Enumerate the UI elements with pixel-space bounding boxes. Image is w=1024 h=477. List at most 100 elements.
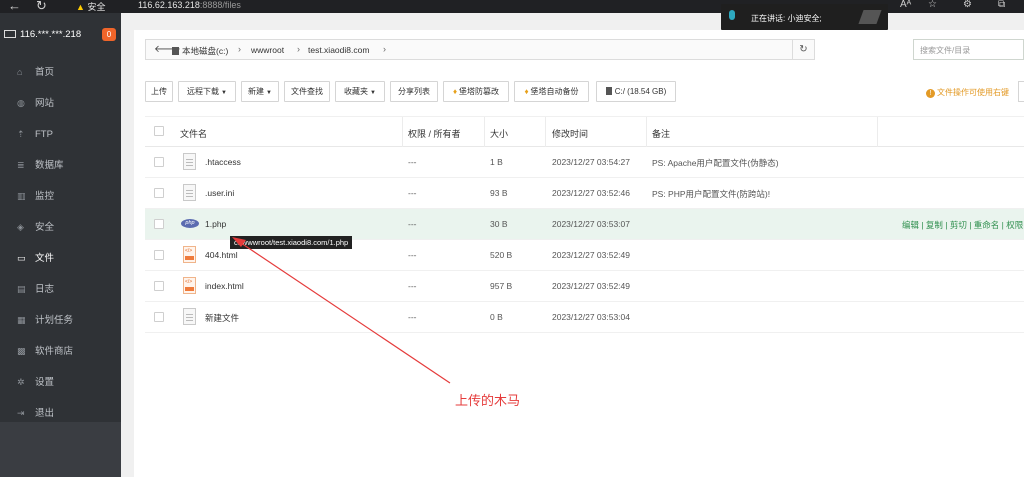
row-actions[interactable]: 编辑 | 复制 | 剪切 | 重命名 | 权限 bbox=[902, 219, 1023, 231]
file-perm[interactable]: --- bbox=[408, 281, 417, 291]
extensions-icon[interactable]: ⚙ bbox=[963, 0, 972, 10]
sidebar-item-ftp[interactable]: ⇡ FTP bbox=[0, 119, 121, 150]
file-perm[interactable]: --- bbox=[408, 188, 417, 198]
sidebar-item-globe[interactable]: ◍ 网站 bbox=[0, 88, 121, 119]
monitor-icon bbox=[4, 30, 16, 38]
crumb-disk[interactable]: 本地磁盘(c:) bbox=[172, 45, 228, 57]
table-row[interactable]: index.html --- 957 B 2023/12/27 03:52:49 bbox=[145, 271, 1024, 302]
sidebar-item-log[interactable]: ▤ 日志 bbox=[0, 274, 121, 305]
file-note[interactable]: PS: PHP用户配置文件(防跨站)! bbox=[652, 188, 770, 200]
row-checkbox[interactable] bbox=[154, 157, 164, 167]
calendar-icon: ▦ bbox=[17, 315, 26, 325]
sidebar-item-apps[interactable]: ▩ 软件商店 bbox=[0, 336, 121, 367]
row-checkbox[interactable] bbox=[154, 250, 164, 260]
sidebar-item-monitor[interactable]: ▥ 监控 bbox=[0, 181, 121, 212]
row-checkbox[interactable] bbox=[154, 188, 164, 198]
back-arrow-icon[interactable]: ← bbox=[8, 0, 21, 13]
monitor-icon: ▥ bbox=[17, 191, 26, 201]
file-name[interactable]: 404.html bbox=[205, 250, 238, 260]
header-name[interactable]: 文件名 bbox=[180, 127, 207, 140]
sidebar-item-gear[interactable]: ✲ 设置 bbox=[0, 367, 121, 398]
file-name[interactable]: 新建文件 bbox=[205, 312, 239, 324]
search-input[interactable]: 搜索文件/目录 bbox=[913, 39, 1024, 60]
tamper-proof-button[interactable]: ♦ 堡塔防篡改 bbox=[443, 81, 509, 102]
header-perm[interactable]: 权限 / 所有者 bbox=[408, 127, 461, 140]
home-icon: ⌂ bbox=[17, 67, 23, 77]
path-tooltip: c:/wwwroot/test.xiaodi8.com/1.php bbox=[230, 236, 353, 249]
file-perm[interactable]: --- bbox=[408, 312, 417, 322]
file-name[interactable]: .user.ini bbox=[205, 188, 234, 198]
sidebar-footer bbox=[0, 422, 121, 477]
gear-icon: ✲ bbox=[17, 377, 25, 387]
file-name[interactable]: 1.php bbox=[205, 219, 226, 229]
table-header: 文件名 权限 / 所有者 大小 修改时间 备注 bbox=[145, 116, 1024, 147]
file-mtime: 2023/12/27 03:53:07 bbox=[552, 219, 630, 229]
server-header[interactable]: 116.***.***.218 0 bbox=[0, 13, 121, 57]
file-perm[interactable]: --- bbox=[408, 157, 417, 167]
right-click-tip: ! 文件操作可使用右键 bbox=[926, 87, 1009, 98]
path-breadcrumb: 🡐 本地磁盘(c:) › wwwroot › test.xiaodi8.com … bbox=[145, 39, 815, 60]
file-mtime: 2023/12/27 03:52:49 bbox=[552, 250, 630, 260]
row-checkbox[interactable] bbox=[154, 281, 164, 291]
sidebar-item-label: 安全 bbox=[35, 222, 55, 233]
sidebar-item-label: 设置 bbox=[35, 377, 55, 388]
table-row[interactable]: .user.ini --- 93 B 2023/12/27 03:52:46 PS: P… bbox=[145, 178, 1024, 209]
sidebar-item-database[interactable]: ≣ 数据库 bbox=[0, 150, 121, 181]
header-mtime[interactable]: 修改时间 bbox=[552, 127, 588, 140]
disk-button[interactable]: C:/ (18.54 GB) bbox=[596, 81, 676, 102]
chevron-down-icon: ▼ bbox=[370, 90, 376, 96]
share-list-button[interactable]: 分享列表 bbox=[390, 81, 438, 102]
file-mtime: 2023/12/27 03:53:04 bbox=[552, 312, 630, 322]
security-warning[interactable]: ▲ 安全 bbox=[76, 0, 105, 13]
new-button[interactable]: 新建 ▼ bbox=[241, 81, 279, 102]
sidebar-item-label: 计划任务 bbox=[35, 315, 74, 326]
file-perm[interactable]: --- bbox=[408, 219, 417, 229]
table-row[interactable]: 新建文件 --- 0 B 2023/12/27 03:53:04 bbox=[145, 302, 1024, 333]
upload-button[interactable]: 上传 bbox=[145, 81, 173, 102]
apps-icon: ▩ bbox=[17, 346, 26, 356]
sidebar-item-folder[interactable]: ▭ 文件 bbox=[0, 243, 121, 274]
favorite-star-icon[interactable]: ☆ bbox=[928, 0, 937, 10]
more-button[interactable] bbox=[1018, 81, 1024, 102]
microphone-icon bbox=[729, 10, 735, 20]
column-divider bbox=[545, 117, 546, 147]
auto-backup-button[interactable]: ♦ 堡塔自动备份 bbox=[514, 81, 589, 102]
header-size[interactable]: 大小 bbox=[490, 127, 508, 140]
sidebar-item-label: 文件 bbox=[35, 253, 55, 264]
collections-icon[interactable]: ⧉ bbox=[998, 0, 1005, 10]
refresh-icon[interactable]: ↻ bbox=[792, 39, 814, 60]
sidebar-item-label: 软件商店 bbox=[35, 346, 74, 357]
row-checkbox[interactable] bbox=[154, 312, 164, 322]
sidebar-item-home[interactable]: ⌂ 首页 bbox=[0, 57, 121, 88]
crumb-wwwroot[interactable]: wwwroot bbox=[251, 45, 284, 55]
crumb-separator: › bbox=[383, 44, 386, 54]
favorites-button[interactable]: 收藏夹 ▼ bbox=[335, 81, 385, 102]
file-size: 957 B bbox=[490, 281, 513, 291]
file-icon bbox=[183, 153, 196, 170]
file-name[interactable]: index.html bbox=[205, 281, 244, 291]
file-mtime: 2023/12/27 03:54:27 bbox=[552, 157, 630, 167]
read-aloud-icon[interactable]: Aᴬ bbox=[900, 0, 911, 10]
sidebar-item-shield[interactable]: ◈ 安全 bbox=[0, 212, 121, 243]
crumb-separator: › bbox=[297, 44, 300, 54]
ftp-icon: ⇡ bbox=[17, 129, 25, 139]
file-perm[interactable]: --- bbox=[408, 250, 417, 260]
sidebar-item-calendar[interactable]: ▦ 计划任务 bbox=[0, 305, 121, 336]
table-row[interactable]: .htaccess --- 1 B 2023/12/27 03:54:27 PS: Ap… bbox=[145, 147, 1024, 178]
html-file-icon bbox=[183, 246, 196, 263]
file-note[interactable]: PS: Apache用户配置文件(伪静态) bbox=[652, 157, 779, 169]
diamond-icon: ♦ bbox=[452, 87, 458, 96]
sidebar-item-label: 首页 bbox=[35, 67, 55, 78]
file-size: 1 B bbox=[490, 157, 503, 167]
address-bar[interactable]: 116.62.163.218:8888/files bbox=[138, 0, 241, 10]
file-search-button[interactable]: 文件查找 bbox=[284, 81, 330, 102]
row-checkbox[interactable] bbox=[154, 219, 164, 229]
file-name[interactable]: .htaccess bbox=[205, 157, 241, 167]
reload-icon[interactable]: ↻ bbox=[36, 0, 47, 14]
crumb-site[interactable]: test.xiaodi8.com bbox=[308, 45, 369, 55]
remote-download-button[interactable]: 远程下载 ▼ bbox=[178, 81, 236, 102]
hang-up-icon[interactable] bbox=[858, 10, 882, 24]
file-size: 30 B bbox=[490, 219, 508, 229]
notification-badge[interactable]: 0 bbox=[102, 28, 116, 41]
select-all-checkbox[interactable] bbox=[154, 126, 164, 136]
